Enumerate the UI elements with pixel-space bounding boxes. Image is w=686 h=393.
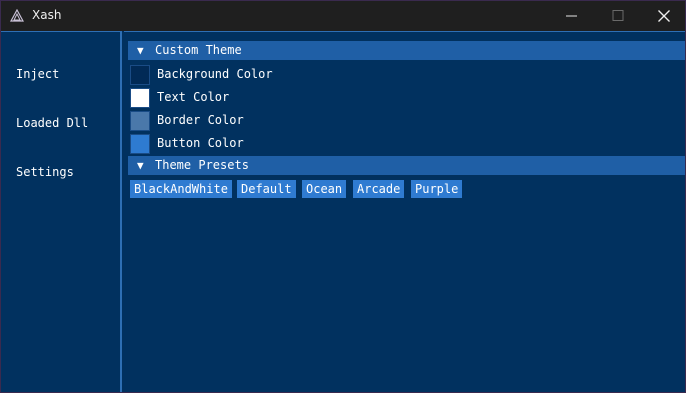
minimize-button[interactable]: [549, 1, 595, 31]
text-color-label: Text Color: [157, 90, 230, 104]
minimize-icon: [566, 15, 577, 17]
preset-ocean-button[interactable]: Ocean: [302, 180, 347, 198]
preset-default-button[interactable]: Default: [237, 180, 296, 198]
border-color-swatch[interactable]: [130, 111, 150, 131]
background-color-label: Background Color: [157, 67, 273, 81]
custom-theme-header[interactable]: ▼ Custom Theme: [128, 41, 685, 60]
close-button[interactable]: [641, 1, 686, 31]
background-color-swatch[interactable]: [130, 65, 150, 85]
close-icon: [658, 10, 670, 22]
button-color-label: Button Color: [157, 136, 244, 150]
theme-presets-header[interactable]: ▼ Theme Presets: [128, 156, 685, 175]
window-title: Xash: [32, 8, 62, 22]
client-area: Inject Loaded Dll Settings ▼ Custom Them…: [1, 31, 685, 392]
button-color-swatch[interactable]: [130, 134, 150, 154]
maximize-button[interactable]: [595, 1, 641, 31]
maximize-icon: [612, 10, 624, 21]
sidebar-item-loaded-dll[interactable]: Loaded Dll: [16, 116, 88, 130]
sidebar: Inject Loaded Dll Settings: [1, 31, 122, 392]
preset-purple-button[interactable]: Purple: [411, 180, 463, 198]
title-bar[interactable]: Xash: [1, 1, 685, 31]
collapse-triangle-icon: ▼: [137, 159, 144, 172]
app-logo-icon: [10, 9, 24, 22]
text-color-swatch[interactable]: [130, 88, 150, 108]
preset-arcade-button[interactable]: Arcade: [353, 180, 405, 198]
collapse-triangle-icon: ▼: [137, 44, 144, 57]
settings-panel: ▼ Custom Theme Background Color Text Col…: [124, 31, 685, 392]
sidebar-item-inject[interactable]: Inject: [16, 67, 59, 81]
border-color-label: Border Color: [157, 113, 244, 127]
preset-blackandwhite-button[interactable]: BlackAndWhite: [130, 180, 232, 198]
theme-presets-title: Theme Presets: [155, 158, 249, 172]
sidebar-item-settings[interactable]: Settings: [16, 165, 74, 179]
app-window: Xash Inject Loaded Dll Settings ▼ Custom…: [0, 0, 686, 393]
custom-theme-title: Custom Theme: [155, 43, 242, 57]
